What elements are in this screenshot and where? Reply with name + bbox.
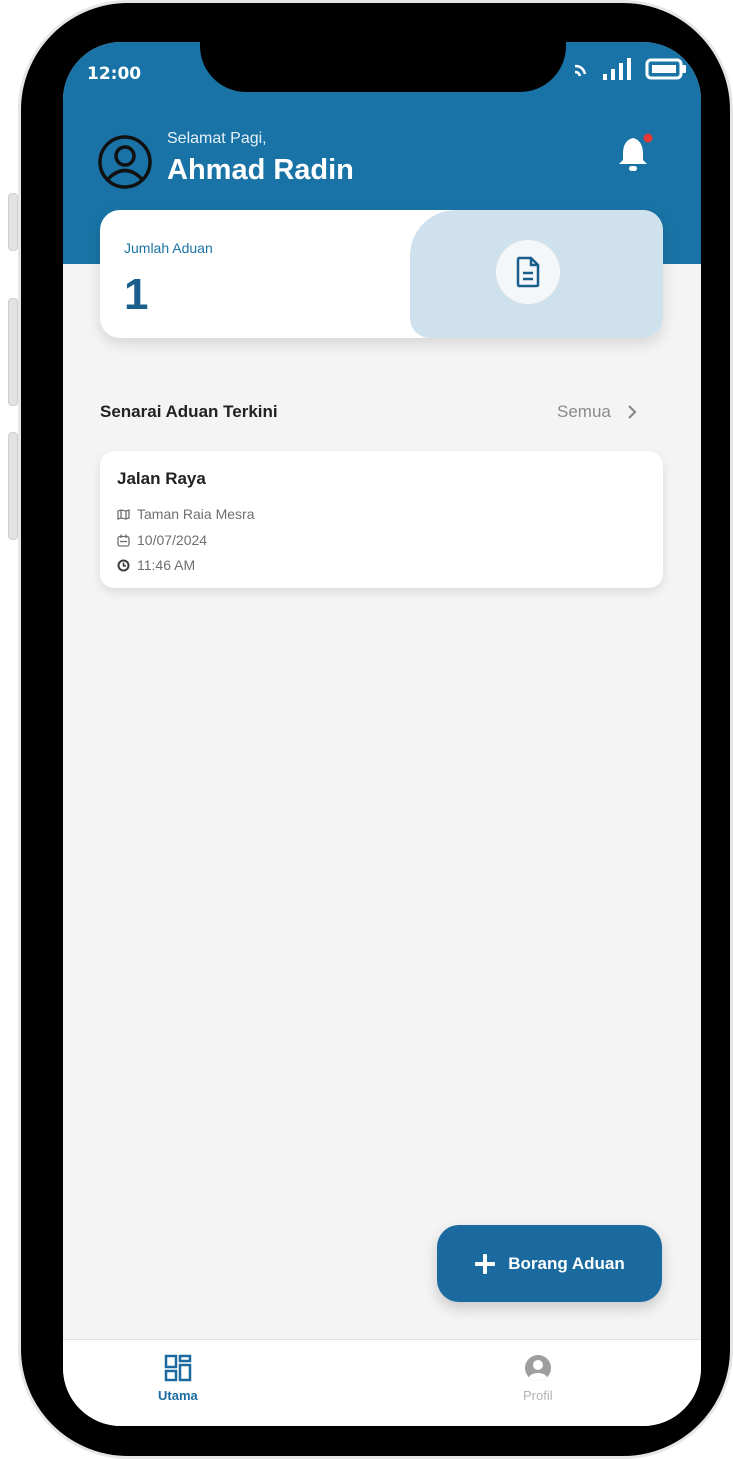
complaint-location: Taman Raia Mesra	[137, 506, 255, 522]
notification-dot	[643, 133, 653, 143]
complaint-location-row: Taman Raia Mesra	[117, 506, 255, 522]
clock-icon	[117, 559, 130, 571]
summary-count: 1	[124, 270, 149, 319]
phone-volume-down-button	[8, 432, 18, 540]
notification-bell-icon[interactable]	[615, 132, 655, 176]
nav-label-profil: Profil	[523, 1388, 553, 1403]
new-complaint-button[interactable]: Borang Aduan	[437, 1225, 662, 1302]
recent-complaints-title: Senarai Aduan Terkini	[100, 402, 278, 421]
complaint-title: Jalan Raya	[117, 469, 206, 488]
complaint-list-item[interactable]: Jalan Raya Taman Raia Mesra 10/07/2024 1…	[100, 451, 663, 588]
nav-label-utama: Utama	[158, 1388, 198, 1403]
status-time: 12:00	[87, 64, 142, 84]
chevron-right-icon	[628, 405, 637, 419]
summary-label: Jumlah Aduan	[124, 240, 213, 256]
see-all-label: Semua	[557, 402, 611, 421]
complaint-time: 11:46 AM	[137, 557, 196, 573]
wifi-icon	[574, 64, 587, 77]
complaint-date-row: 10/07/2024	[117, 532, 207, 548]
summary-icon-circle	[496, 240, 560, 304]
map-icon	[117, 508, 130, 520]
complaint-time-row: 11:46 AM	[117, 557, 195, 573]
phone-side-button-top	[8, 193, 18, 251]
phone-volume-up-button	[8, 298, 18, 406]
plus-icon	[475, 1253, 496, 1274]
phone-notch	[200, 42, 566, 92]
user-name: Ahmad Radin	[167, 154, 354, 186]
bottom-nav: Utama Profil	[63, 1339, 701, 1426]
profile-icon	[524, 1355, 551, 1381]
nav-item-profil[interactable]: Profil	[523, 1354, 553, 1403]
document-icon	[516, 256, 540, 288]
nav-item-utama[interactable]: Utama	[158, 1354, 198, 1403]
see-all-link[interactable]: Semua	[557, 402, 637, 422]
complaint-summary-card[interactable]: Jumlah Aduan 1	[100, 210, 663, 338]
signal-icon	[603, 58, 631, 80]
status-icons	[573, 58, 687, 80]
dashboard-icon	[164, 1354, 192, 1382]
new-complaint-label: Borang Aduan	[508, 1253, 625, 1273]
summary-icon-panel	[410, 210, 663, 338]
greeting-text: Selamat Pagi,	[167, 130, 267, 147]
avatar-icon[interactable]	[97, 134, 153, 190]
calendar-icon	[117, 534, 130, 547]
complaint-date: 10/07/2024	[137, 532, 208, 548]
app-screen: 12:00 Selamat Pagi, Ahmad Radin Jumlah A…	[63, 42, 701, 1426]
battery-icon	[645, 58, 686, 80]
